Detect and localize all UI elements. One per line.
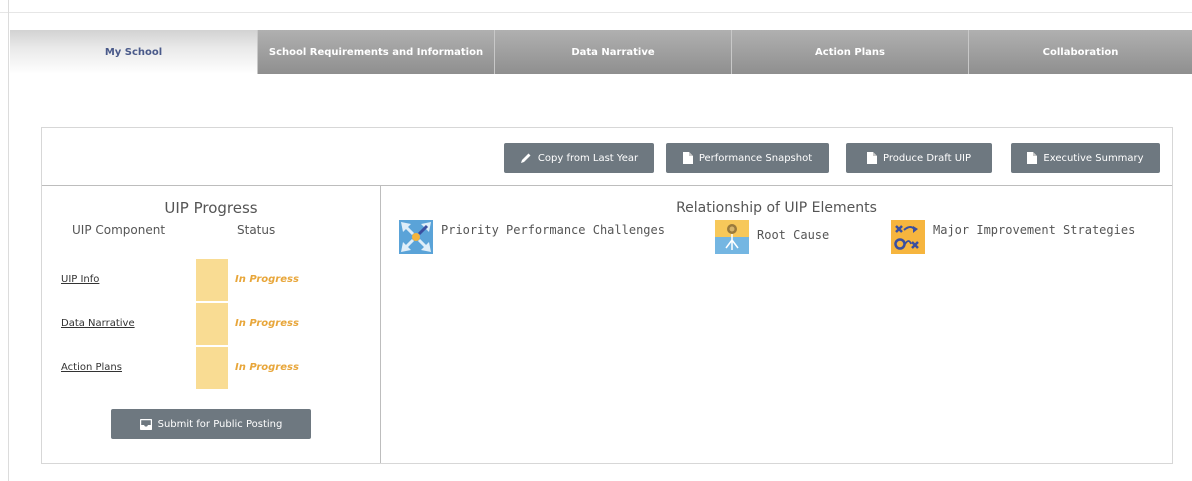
main-tab-bar: My School School Requirements and Inform… xyxy=(10,30,1192,74)
priority-performance-challenges-label: Priority Performance Challenges xyxy=(441,223,665,237)
tab-action-plans[interactable]: Action Plans xyxy=(732,30,969,74)
root-cause-label: Root Cause xyxy=(757,228,830,242)
uip-progress-section: UIP Progress UIP Component Status UIP In… xyxy=(42,186,381,463)
status-data-narrative: In Progress xyxy=(235,318,299,329)
submit-for-public-posting-button[interactable]: Submit for Public Posting xyxy=(111,409,311,439)
document-icon xyxy=(866,152,877,164)
action-plans-link[interactable]: Action Plans xyxy=(61,362,122,373)
status-header: Status xyxy=(237,223,276,237)
top-divider xyxy=(0,12,1192,13)
root-plant-icon xyxy=(715,220,749,254)
uip-info-link[interactable]: UIP Info xyxy=(61,274,99,285)
action-toolbar: Copy from Last Year Performance Snapshot… xyxy=(42,128,1172,186)
status-indicator-data-narrative xyxy=(196,303,228,345)
strategy-play-icon xyxy=(891,220,925,254)
root-cause-item: Root Cause xyxy=(715,220,829,254)
inbox-icon xyxy=(139,418,152,430)
left-divider xyxy=(8,0,9,481)
executive-summary-button[interactable]: Executive Summary xyxy=(1011,143,1160,173)
status-uip-info: In Progress xyxy=(235,274,299,285)
executive-summary-label: Executive Summary xyxy=(1043,152,1144,164)
status-indicator-action-plans xyxy=(196,347,228,389)
performance-snapshot-button[interactable]: Performance Snapshot xyxy=(666,143,829,173)
copy-from-last-year-button[interactable]: Copy from Last Year xyxy=(504,143,654,173)
major-improvement-strategies-label: Major Improvement Strategies xyxy=(933,223,1136,237)
copy-from-last-year-label: Copy from Last Year xyxy=(537,152,639,164)
produce-draft-uip-button[interactable]: Produce Draft UIP xyxy=(846,143,992,173)
uip-component-header: UIP Component xyxy=(72,223,166,237)
document-icon xyxy=(682,152,693,164)
document-icon xyxy=(1027,152,1038,164)
relationship-title: Relationship of UIP Elements xyxy=(676,200,877,216)
major-improvement-strategies-item: Major Improvement Strategies xyxy=(891,220,1135,254)
pencil-icon xyxy=(520,153,531,163)
priority-performance-challenges-item: Priority Performance Challenges xyxy=(399,220,665,254)
tab-my-school[interactable]: My School xyxy=(10,30,258,74)
tab-data-narrative[interactable]: Data Narrative xyxy=(495,30,732,74)
tab-collaboration[interactable]: Collaboration xyxy=(969,30,1192,74)
status-action-plans: In Progress xyxy=(235,362,299,373)
produce-draft-uip-label: Produce Draft UIP xyxy=(882,152,972,164)
tab-school-requirements[interactable]: School Requirements and Information xyxy=(258,30,495,74)
performance-snapshot-label: Performance Snapshot xyxy=(698,152,813,164)
submit-for-public-posting-label: Submit for Public Posting xyxy=(157,418,283,430)
relationship-section: Relationship of UIP Elements Priority Pe… xyxy=(381,186,1172,463)
my-school-panel: Copy from Last Year Performance Snapshot… xyxy=(41,127,1173,464)
uip-progress-title: UIP Progress xyxy=(164,199,258,217)
data-narrative-link[interactable]: Data Narrative xyxy=(61,318,135,329)
arrows-converge-icon xyxy=(399,220,433,254)
status-indicator-uip-info xyxy=(196,259,228,301)
